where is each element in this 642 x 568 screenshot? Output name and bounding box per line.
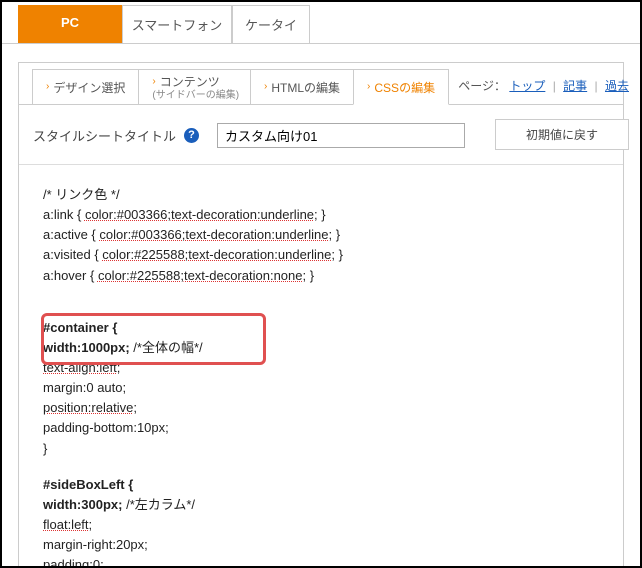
code-line: padding:0;	[43, 555, 599, 568]
css-code-area[interactable]: /* リンク色 */ a:link { color:#003366;text-d…	[19, 164, 623, 568]
code-line: width:300px; /*左カラム*/	[43, 495, 599, 515]
code-line: text-align:left;	[43, 358, 599, 378]
tab-pc[interactable]: PC	[18, 5, 122, 43]
title-row: スタイルシートタイトル ? 初期値に戻す	[19, 105, 623, 160]
page-links: ページ： トップ | 記事 | 過去	[458, 77, 629, 94]
code-line: #container {	[43, 318, 599, 338]
subtab-design[interactable]: › デザイン選択	[32, 69, 139, 105]
sub-tab-bar: › デザイン選択 › コンテンツ (サイドバーの編集) › HTMLの編集 › …	[19, 63, 623, 105]
link-article[interactable]: 記事	[563, 79, 587, 93]
link-top[interactable]: トップ	[509, 79, 545, 93]
stylesheet-title-label: スタイルシートタイトル	[33, 126, 176, 145]
code-line: }	[43, 439, 599, 459]
tab-smartphone[interactable]: スマートフォン	[122, 5, 232, 43]
code-line: width:1000px; /*全体の幅*/	[43, 338, 599, 358]
subtab-contents-sub: (サイドバーの編集)	[152, 91, 239, 101]
subtab-design-label: デザイン選択	[53, 79, 125, 96]
chevron-right-icon: ›	[367, 82, 370, 92]
device-tab-bar: PC スマートフォン ケータイ	[2, 2, 640, 43]
subtab-css[interactable]: › CSSの編集	[353, 69, 449, 105]
tab-keitai[interactable]: ケータイ	[232, 5, 310, 43]
code-line: margin:0 auto;	[43, 378, 599, 398]
subtab-html[interactable]: › HTMLの編集	[250, 69, 354, 105]
code-line: /* リンク色 */	[43, 185, 599, 205]
help-icon[interactable]: ?	[184, 128, 199, 143]
reset-button[interactable]: 初期値に戻す	[495, 119, 629, 150]
code-line: position:relative;	[43, 398, 599, 418]
code-line: a:active { color:#003366;text-decoration…	[43, 225, 599, 245]
code-line: a:visited { color:#225588;text-decoratio…	[43, 245, 599, 265]
code-line: padding-bottom:10px;	[43, 418, 599, 438]
stylesheet-title-input[interactable]	[217, 123, 465, 148]
subtab-css-label: CSSの編集	[374, 79, 435, 96]
code-line: #sideBoxLeft {	[43, 475, 599, 495]
code-line: float:left;	[43, 515, 599, 535]
code-line: a:link { color:#003366;text-decoration:u…	[43, 205, 599, 225]
chevron-right-icon: ›	[152, 77, 155, 87]
code-line: margin-right:20px;	[43, 535, 599, 555]
page-links-label: ページ：	[458, 79, 506, 93]
code-line: a:hover { color:#225588;text-decoration:…	[43, 266, 599, 286]
subtab-contents-label: コンテンツ	[160, 73, 220, 90]
chevron-right-icon: ›	[46, 82, 49, 92]
subtab-contents[interactable]: › コンテンツ (サイドバーの編集)	[138, 69, 251, 105]
link-past[interactable]: 過去	[605, 79, 629, 93]
subtab-html-label: HTMLの編集	[271, 79, 340, 96]
editor-panel: › デザイン選択 › コンテンツ (サイドバーの編集) › HTMLの編集 › …	[18, 62, 624, 568]
chevron-right-icon: ›	[264, 82, 267, 92]
